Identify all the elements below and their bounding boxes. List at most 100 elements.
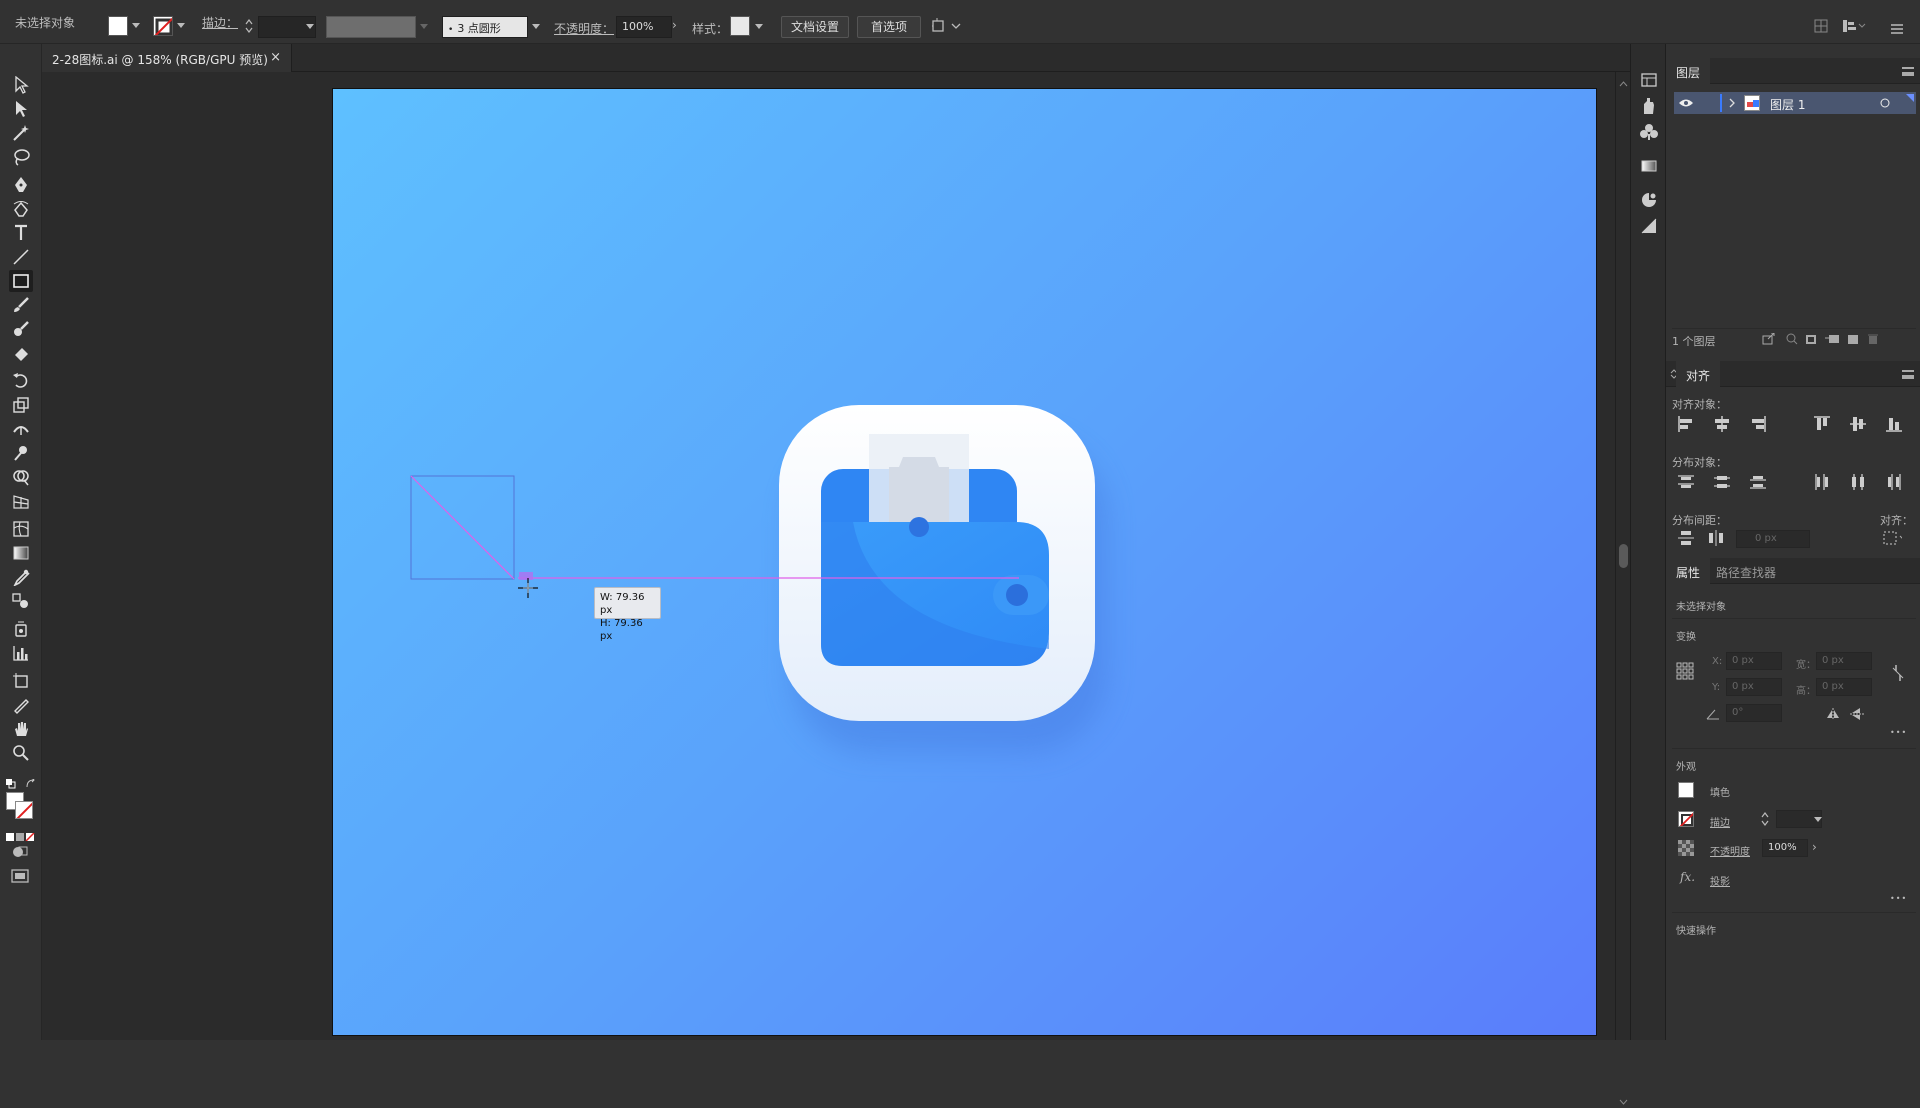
brush-definition-field[interactable]: • 3 点圆形 [442, 16, 528, 38]
stroke-color-swatch[interactable] [15, 801, 33, 819]
eraser-tool-icon[interactable] [9, 342, 33, 364]
color-guide-panel-icon[interactable] [1639, 190, 1659, 210]
appearance-opacity-label[interactable]: 不透明度 [1710, 843, 1750, 858]
preferences-button[interactable]: 首选项 [857, 16, 921, 38]
appearance-stroke-swatch[interactable] [1678, 811, 1694, 827]
puppet-warp-tool-icon[interactable] [9, 442, 33, 464]
artboard[interactable]: W: 79.36 px H: 79.36 px [332, 88, 1597, 1036]
fill-swatch[interactable] [108, 16, 128, 36]
gradient-tool-icon[interactable] [9, 542, 33, 564]
stroke-dropdown-chevron-icon[interactable] [177, 23, 185, 28]
color-mode-icons[interactable] [6, 826, 36, 845]
stroke-weight-stepper[interactable] [244, 17, 254, 35]
align-horizontal-center-icon[interactable] [1712, 414, 1732, 434]
blend-tool-icon[interactable] [9, 590, 33, 612]
close-tab-icon[interactable]: × [270, 50, 281, 65]
libraries-panel-icon[interactable] [1639, 96, 1659, 116]
delete-layer-icon[interactable] [1866, 333, 1880, 345]
gradient-panel-icon[interactable] [1639, 156, 1659, 176]
appearance-stroke-chevron-icon[interactable] [1814, 817, 1822, 822]
drop-shadow-label[interactable]: 投影 [1710, 873, 1730, 888]
column-graph-tool-icon[interactable] [9, 642, 33, 664]
layers-panel-menu-icon[interactable] [1902, 67, 1914, 76]
variable-width-profile[interactable] [326, 16, 416, 38]
panel-menu-icon[interactable] [1890, 20, 1904, 39]
transparency-panel-icon[interactable] [1639, 216, 1659, 236]
flip-horizontal-icon[interactable] [1826, 708, 1840, 720]
tab-align[interactable]: 对齐 [1676, 361, 1721, 387]
opacity-label[interactable]: 不透明度： [554, 20, 614, 37]
stroke-swatch[interactable] [153, 16, 173, 36]
screen-mode-icon[interactable] [11, 868, 29, 887]
zoom-tool-icon[interactable] [9, 742, 33, 764]
distribute-top-icon[interactable] [1676, 472, 1696, 492]
align-vertical-center-icon[interactable] [1848, 414, 1868, 434]
locate-object-icon[interactable] [1784, 333, 1798, 345]
style-chevron-icon[interactable] [755, 24, 763, 29]
rotate-input[interactable]: 0° [1726, 704, 1782, 722]
symbol-sprayer-tool-icon[interactable] [9, 618, 33, 640]
align-right-icon[interactable] [1748, 414, 1768, 434]
appearance-fill-swatch[interactable] [1678, 782, 1694, 798]
layer-name[interactable]: 图层 1 [1770, 96, 1805, 113]
artboard-tool-icon[interactable] [9, 670, 33, 692]
visibility-eye-icon[interactable] [1678, 97, 1694, 109]
new-layer-icon[interactable] [1846, 333, 1860, 345]
stroke-weight-chevron-icon[interactable] [306, 24, 314, 29]
x-input[interactable]: 0 px [1726, 652, 1782, 670]
layer-selection-indicator[interactable] [1906, 94, 1914, 102]
wallet-app-icon[interactable] [779, 405, 1107, 753]
align-left-icon[interactable] [1676, 414, 1696, 434]
fx-icon[interactable]: fx. [1680, 870, 1695, 884]
width-tool-icon[interactable] [9, 418, 33, 440]
default-fill-stroke-icon[interactable] [6, 774, 16, 793]
scrollbar-thumb[interactable] [1619, 544, 1628, 568]
clipping-mask-icon[interactable] [1804, 333, 1818, 345]
scroll-down-icon[interactable] [1616, 1096, 1631, 1108]
type-tool-icon[interactable] [9, 222, 33, 244]
appearance-more-options-icon[interactable]: ••• [1890, 894, 1907, 903]
rectangle-tool-icon[interactable] [9, 270, 33, 292]
spacing-input[interactable]: 0 px [1736, 530, 1810, 548]
new-sublayer-icon[interactable] [1824, 333, 1840, 345]
brush-chevron-icon[interactable] [532, 24, 540, 29]
lasso-tool-icon[interactable] [9, 146, 33, 168]
align-to-selection-icon[interactable] [1882, 528, 1902, 548]
magic-wand-tool-icon[interactable] [9, 122, 33, 144]
layer-target-icon[interactable] [1880, 98, 1890, 108]
properties-panel-icon[interactable] [1639, 70, 1659, 90]
height-input[interactable]: 0 px [1816, 678, 1872, 696]
distribute-vertical-center-icon[interactable] [1712, 472, 1732, 492]
direct-selection-tool-icon[interactable] [9, 98, 33, 120]
horizontal-distribute-space-icon[interactable] [1706, 528, 1726, 548]
tab-properties[interactable]: 属性 [1666, 558, 1711, 584]
y-input[interactable]: 0 px [1726, 678, 1782, 696]
curvature-tool-icon[interactable] [9, 198, 33, 220]
align-panel-menu-icon[interactable] [1902, 370, 1914, 379]
workspace-grid-icon[interactable] [1814, 18, 1828, 37]
expand-layer-chevron-icon[interactable] [1728, 98, 1736, 108]
stroke-stepper-icon[interactable] [1760, 810, 1770, 828]
shape-builder-tool-icon[interactable] [9, 466, 33, 488]
fill-dropdown-chevron-icon[interactable] [132, 23, 140, 28]
profile-chevron-icon[interactable] [420, 24, 428, 29]
arrange-documents-icon[interactable] [930, 18, 962, 38]
reference-point-icon[interactable] [1676, 662, 1694, 680]
tab-pathfinder[interactable]: 路径查找器 [1706, 558, 1786, 584]
distribute-bottom-icon[interactable] [1748, 472, 1768, 492]
constrain-proportions-link-icon[interactable] [1892, 664, 1904, 682]
vertical-scrollbar[interactable] [1615, 72, 1630, 1105]
transform-more-options-icon[interactable]: ••• [1890, 728, 1907, 737]
drawing-mode-icon[interactable] [12, 844, 28, 863]
align-bottom-icon[interactable] [1884, 414, 1904, 434]
scale-tool-icon[interactable] [9, 394, 33, 416]
canvas-area[interactable]: W: 79.36 px H: 79.36 px [42, 72, 1615, 1040]
selection-tool-icon[interactable] [9, 74, 33, 96]
eyedropper-tool-icon[interactable] [9, 566, 33, 588]
distribute-right-icon[interactable] [1884, 472, 1904, 492]
appearance-opacity-input[interactable]: 100% [1762, 839, 1808, 857]
flip-vertical-icon[interactable] [1850, 707, 1864, 721]
pen-tool-icon[interactable] [9, 174, 33, 196]
graphic-style-swatch[interactable] [730, 16, 750, 36]
slice-tool-icon[interactable] [9, 694, 33, 716]
